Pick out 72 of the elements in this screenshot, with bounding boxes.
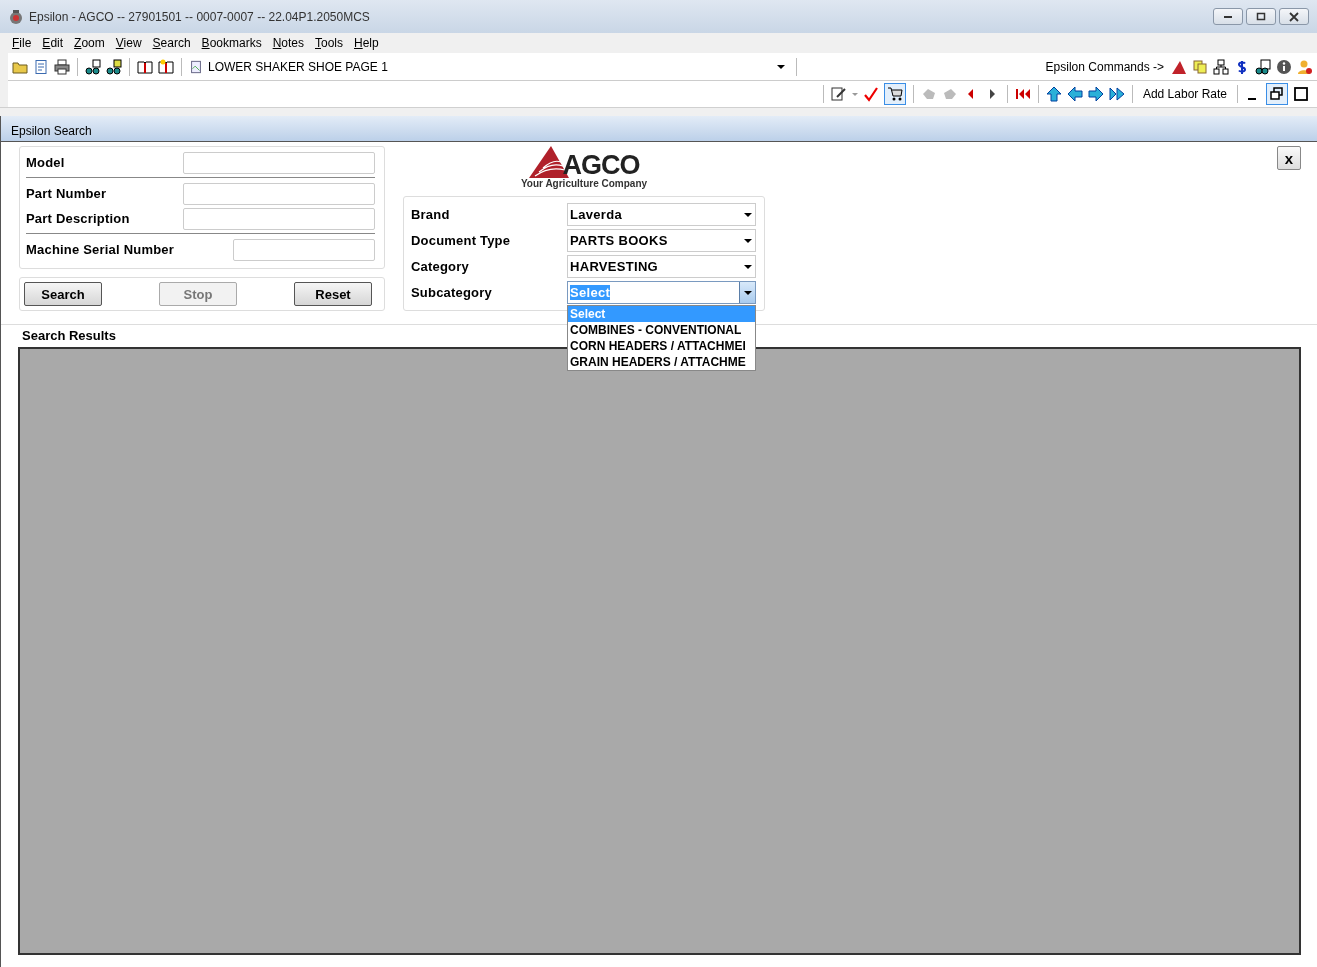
window-title: Epsilon - AGCO -- 27901501 -- 0007-0007 -- 22.04P1.2050MCS: [29, 9, 370, 24]
book-icon[interactable]: [137, 58, 153, 75]
caret-icon: [743, 290, 752, 295]
cart-button[interactable]: [883, 83, 906, 105]
menu-item[interactable]: Tools: [315, 36, 343, 50]
dropdown[interactable]: PARTS BOOKS: [567, 229, 756, 252]
dropdown[interactable]: HARVESTING: [567, 255, 756, 278]
dropdown-option[interactable]: COMBINES - CONVENTIONAL: [568, 322, 755, 338]
close-icon: [1288, 11, 1300, 22]
menu-item[interactable]: Search: [152, 36, 191, 50]
menu-item[interactable]: File: [12, 36, 32, 50]
menu-item[interactable]: Help: [354, 36, 379, 50]
caret-icon: [743, 212, 752, 217]
restore-icon: [1269, 86, 1285, 102]
caret-icon: [777, 64, 785, 69]
dropdown-option[interactable]: GRAIN HEADERS / ATTACHME: [568, 354, 755, 370]
double-arrow-icon[interactable]: [1108, 86, 1125, 102]
logo-tagline: Your Agriculture Company: [520, 178, 648, 189]
filter-label: Brand: [411, 207, 450, 222]
maximize-icon: [1255, 11, 1267, 22]
info-icon[interactable]: [1276, 58, 1292, 75]
maximize-button[interactable]: [1246, 8, 1276, 25]
logo-wordmark: AGCO: [562, 152, 640, 178]
printer-icon[interactable]: [54, 58, 70, 75]
dropdown[interactable]: Laverda: [567, 203, 756, 226]
dropdown-option[interactable]: CORN HEADERS / ATTACHMEI: [568, 338, 755, 354]
panel-title: Epsilon Search: [11, 124, 92, 138]
menu-item[interactable]: View: [115, 36, 142, 50]
field-label: Part Number: [26, 186, 107, 201]
filter-label: Category: [411, 259, 469, 274]
commands-label: Epsilon Commands ->: [1045, 59, 1164, 74]
form-button[interactable]: Reset: [294, 282, 372, 306]
filter-label: Subcategory: [411, 285, 492, 300]
caret-icon: [743, 238, 752, 243]
caret-icon[interactable]: [851, 92, 858, 96]
close-panel-button[interactable]: x: [1277, 146, 1301, 170]
book-icon[interactable]: [158, 58, 174, 75]
edit-icon[interactable]: [830, 86, 847, 102]
field-label: Part Description: [26, 211, 130, 226]
text-field[interactable]: [233, 238, 375, 261]
left-arrow-icon[interactable]: [1066, 86, 1083, 102]
right-arrow-icon[interactable]: [1087, 86, 1104, 102]
add-labor-rate-button[interactable]: Add Labor Rate: [1139, 87, 1230, 101]
app-icon: [8, 8, 24, 25]
menu-item[interactable]: Edit: [42, 36, 64, 50]
hierarchy-icon[interactable]: [1213, 58, 1229, 75]
text-field[interactable]: [183, 207, 375, 230]
copy-icon[interactable]: [1192, 58, 1208, 75]
caret-icon: [743, 264, 752, 269]
minimize-button[interactable]: [1213, 8, 1243, 25]
document-icon[interactable]: [33, 58, 49, 75]
close-button[interactable]: [1279, 8, 1309, 25]
checkmark-icon[interactable]: [862, 86, 879, 102]
results-title: Search Results: [21, 327, 116, 345]
picture-document-icon: [189, 59, 203, 74]
user-icon[interactable]: [1297, 58, 1313, 75]
cart-icon: [886, 86, 903, 102]
text-field[interactable]: [183, 151, 375, 174]
field-label: Machine Serial Number: [26, 242, 174, 257]
menu-item[interactable]: Zoom: [74, 36, 105, 50]
menu-item[interactable]: Bookmarks: [201, 36, 262, 50]
filter-label: Document Type: [411, 233, 511, 248]
minimize-icon: [1224, 15, 1232, 18]
form-button[interactable]: Search: [24, 282, 102, 306]
up-arrow-icon[interactable]: [1045, 86, 1062, 102]
maximize-icon[interactable]: [1293, 86, 1309, 102]
text-field[interactable]: [183, 182, 375, 205]
field-label: Model: [26, 155, 65, 170]
document-selector[interactable]: LOWER SHAKER SHOE PAGE 1: [189, 59, 789, 74]
first-page-icon[interactable]: [1014, 86, 1031, 102]
restore-button[interactable]: [1266, 83, 1288, 105]
menu-item[interactable]: Notes: [272, 36, 304, 50]
